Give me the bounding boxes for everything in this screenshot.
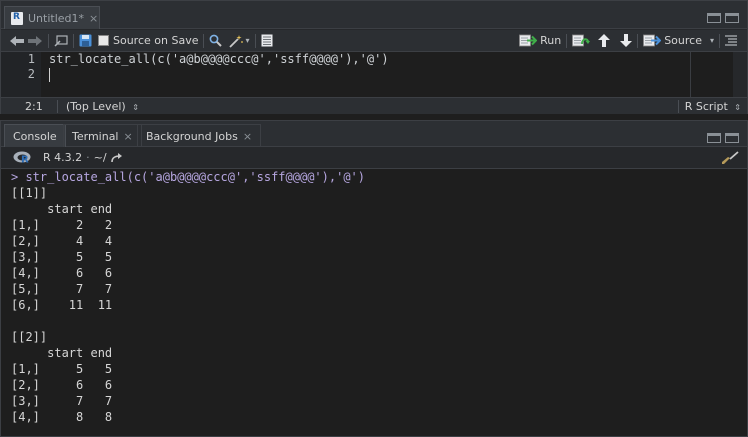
forward-arrow-icon[interactable] bbox=[27, 32, 43, 50]
search-icon[interactable] bbox=[209, 32, 223, 50]
toolbar-divider bbox=[566, 33, 568, 48]
toolbar-divider bbox=[203, 33, 205, 48]
console-output-line: [2,] 4 4 bbox=[11, 234, 113, 248]
toolbar-divider bbox=[637, 33, 639, 48]
source-on-save-checkbox[interactable] bbox=[98, 32, 109, 50]
working-directory: ~/ bbox=[93, 151, 107, 164]
console-output-line: start end bbox=[11, 346, 113, 360]
tab-label: Background Jobs bbox=[146, 129, 238, 143]
console-output-line: start end bbox=[11, 202, 113, 216]
console-tabbar: Console Terminal × Background Jobs × bbox=[1, 121, 747, 147]
tab-close-icon[interactable]: × bbox=[89, 12, 98, 25]
editor-pane: Untitled1* × Source on Save bbox=[0, 0, 748, 114]
code-editor[interactable]: 1 2 str_locate_all(c('a@b@@@@ccc@','ssff… bbox=[1, 52, 747, 97]
code-line: str_locate_all(c('a@b@@@@ccc@','ssff@@@@… bbox=[49, 52, 389, 66]
tab-untitled1[interactable]: Untitled1* × bbox=[4, 6, 100, 29]
chevron-down-icon[interactable]: ▾ bbox=[710, 36, 714, 45]
outline-menu-icon[interactable] bbox=[725, 32, 737, 50]
arrow-down-icon[interactable] bbox=[620, 32, 633, 50]
code-area[interactable]: str_locate_all(c('a@b@@@@ccc@','ssff@@@@… bbox=[49, 52, 691, 97]
console-output-line: [2,] 6 6 bbox=[11, 378, 113, 392]
minimize-pane-icon[interactable] bbox=[707, 133, 721, 143]
go-to-directory-icon[interactable] bbox=[110, 152, 123, 163]
line-number: 2 bbox=[27, 67, 35, 81]
compile-report-icon[interactable] bbox=[261, 32, 273, 50]
console-output-line: [4,] 8 8 bbox=[11, 410, 113, 424]
save-icon[interactable] bbox=[79, 32, 92, 50]
editor-statusbar: 2:1 (Top Level) ⇕ R Script ⇕ bbox=[1, 97, 747, 114]
console-output-line: [[1]] bbox=[11, 186, 48, 200]
toolbar-divider bbox=[48, 33, 49, 48]
console-output-line: [5,] 7 7 bbox=[11, 282, 113, 296]
console-output-line: [[2]] bbox=[11, 330, 48, 344]
chevron-down-icon[interactable]: ▾ bbox=[245, 32, 249, 50]
r-logo-icon: R bbox=[13, 151, 33, 164]
tab-label: Console bbox=[13, 129, 57, 143]
source-label: Source bbox=[664, 34, 702, 47]
r-version: R 4.3.2 bbox=[43, 151, 83, 164]
status-divider bbox=[57, 99, 58, 113]
code-tools-wand-icon[interactable] bbox=[228, 32, 244, 50]
console-output-line: [3,] 7 7 bbox=[11, 394, 113, 408]
cursor-position: 2:1 bbox=[25, 99, 43, 113]
tab-background-jobs[interactable]: Background Jobs × bbox=[137, 124, 262, 147]
console-command-line: > str_locate_all(c('a@b@@@@ccc@','ssff@@… bbox=[11, 170, 366, 184]
toolbar-divider bbox=[73, 33, 74, 48]
line-number: 1 bbox=[27, 52, 35, 66]
scope-selector[interactable]: (Top Level) ⇕ bbox=[66, 100, 139, 113]
console-output-line: [3,] 5 5 bbox=[11, 250, 113, 264]
console-output-line: [1,] 5 5 bbox=[11, 362, 113, 376]
run-button[interactable]: Run bbox=[519, 32, 561, 50]
tab-terminal[interactable]: Terminal × bbox=[63, 124, 142, 147]
maximize-pane-icon[interactable] bbox=[725, 13, 739, 23]
source-on-save-label: Source on Save bbox=[113, 34, 199, 47]
run-icon bbox=[519, 34, 538, 47]
back-arrow-icon[interactable] bbox=[9, 32, 25, 50]
clear-console-broom-icon[interactable] bbox=[721, 150, 739, 165]
close-icon[interactable]: × bbox=[124, 130, 133, 143]
tab-console[interactable]: Console bbox=[4, 124, 66, 147]
editor-tabbar: Untitled1* × bbox=[1, 1, 747, 29]
toolbar-divider bbox=[254, 33, 256, 48]
rerun-icon[interactable] bbox=[572, 32, 591, 50]
console-output[interactable]: > str_locate_all(c('a@b@@@@ccc@','ssff@@… bbox=[11, 169, 737, 436]
line-number-gutter: 1 2 bbox=[1, 52, 41, 97]
file-type-label: R Script bbox=[684, 99, 728, 113]
console-window-buttons bbox=[707, 133, 739, 143]
show-in-window-icon[interactable] bbox=[54, 32, 68, 50]
source-button[interactable]: Source ▾ bbox=[643, 32, 714, 50]
console-output-line: [6,] 11 11 bbox=[11, 298, 113, 312]
maximize-pane-icon[interactable] bbox=[725, 133, 739, 143]
editor-toolbar: Source on Save ▾ Run Source ▾ bbox=[1, 30, 747, 52]
arrow-up-icon[interactable] bbox=[598, 32, 611, 50]
tab-label: Untitled1* bbox=[28, 11, 85, 25]
updown-chevron-icon: ⇕ bbox=[734, 102, 741, 112]
dot-separator: · bbox=[86, 151, 90, 164]
console-output-line: [4,] 6 6 bbox=[11, 266, 113, 280]
console-pane: Console Terminal × Background Jobs × R R… bbox=[0, 120, 748, 437]
source-icon bbox=[643, 34, 662, 47]
updown-chevron-icon: ⇕ bbox=[132, 102, 139, 112]
margin-line bbox=[690, 52, 691, 97]
tab-label: Terminal bbox=[72, 129, 119, 143]
r-file-icon bbox=[11, 11, 23, 25]
console-info-bar: R R 4.3.2 · ~/ bbox=[1, 147, 747, 169]
svg-text:R: R bbox=[21, 155, 29, 165]
console-output-line: [1,] 2 2 bbox=[11, 218, 113, 232]
status-divider bbox=[677, 99, 679, 113]
file-type-selector[interactable]: R Script ⇕ bbox=[685, 100, 741, 113]
scope-label: (Top Level) bbox=[66, 99, 126, 113]
editor-scrollbar[interactable] bbox=[733, 52, 747, 97]
editor-window-buttons bbox=[707, 13, 739, 23]
minimize-pane-icon[interactable] bbox=[707, 13, 721, 23]
text-cursor bbox=[49, 68, 50, 82]
run-label: Run bbox=[540, 34, 562, 47]
close-icon[interactable]: × bbox=[243, 130, 252, 143]
toolbar-divider bbox=[719, 33, 720, 48]
